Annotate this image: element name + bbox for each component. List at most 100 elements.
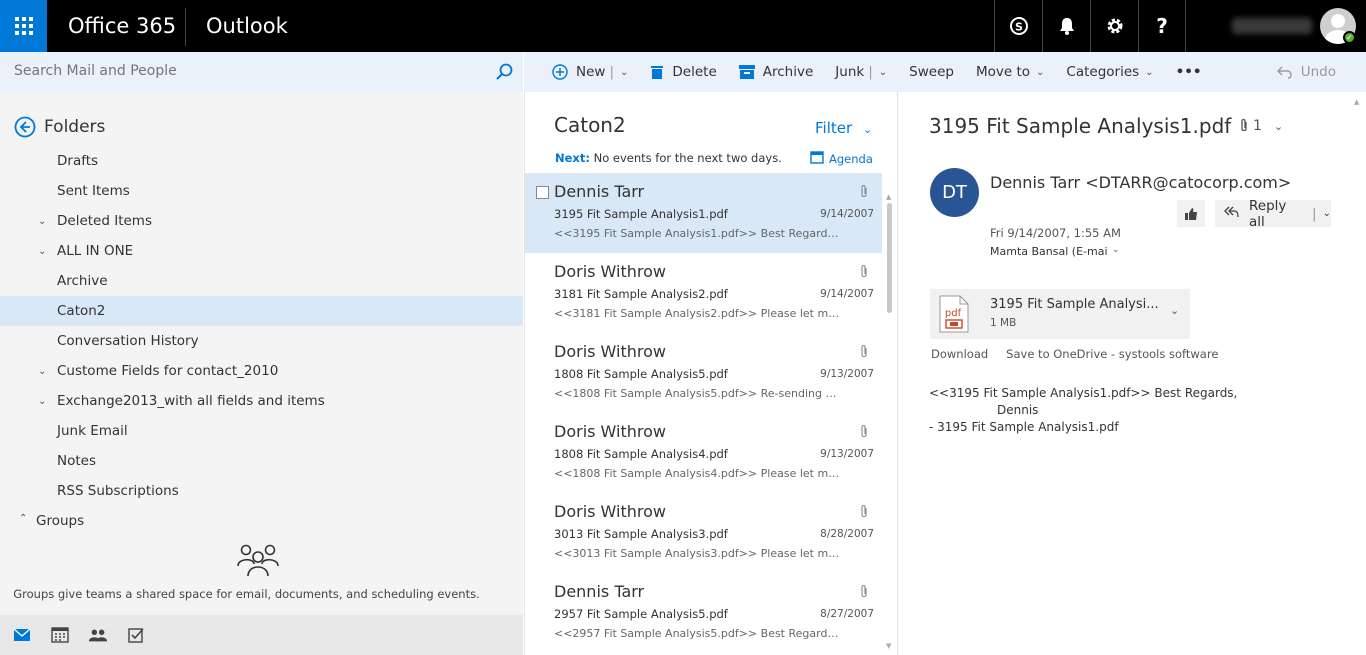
presence-available-icon: ✓	[1343, 31, 1356, 44]
notifications-button[interactable]	[1042, 0, 1090, 52]
chevron-down-icon: ⌄	[1273, 119, 1284, 133]
folder-drafts[interactable]: Drafts	[0, 146, 523, 176]
reply-all-icon	[1224, 206, 1239, 217]
message-sender: Dennis Tarr	[554, 582, 645, 601]
attachment-actions: Download Save to OneDrive - systools sof…	[931, 347, 1218, 361]
message-list-scrollbar[interactable]: ▲ ▼	[885, 193, 893, 655]
chevron-down-icon[interactable]: ⌄	[38, 366, 46, 377]
undo-button[interactable]: Undo	[1276, 64, 1336, 80]
search-input[interactable]	[14, 63, 474, 79]
agenda-button[interactable]: Agenda	[810, 150, 873, 167]
scroll-thumb[interactable]	[887, 203, 892, 313]
scroll-down-arrow-icon[interactable]: ▼	[886, 642, 891, 650]
top-toolbar: S ?	[994, 0, 1186, 52]
settings-button[interactable]	[1090, 0, 1138, 52]
message-list: Dennis Tarr 3195 Fit Sample Analysis1.pd…	[525, 173, 882, 653]
ellipsis-icon: •••	[1175, 64, 1202, 80]
sweep-button[interactable]: Sweep	[909, 64, 954, 80]
brand-separator	[185, 8, 186, 46]
message-subject: 3181 Fit Sample Analysis2.pdf	[554, 287, 728, 301]
chevron-down-icon[interactable]: ⌄	[1323, 208, 1331, 219]
message-item[interactable]: Dennis Tarr 2957 Fit Sample Analysis5.pd…	[525, 573, 882, 653]
folder-sent-items[interactable]: Sent Items	[0, 176, 523, 206]
message-subject: 2957 Fit Sample Analysis5.pdf	[554, 607, 728, 621]
message-item[interactable]: Doris Withrow 1808 Fit Sample Analysis4.…	[525, 413, 882, 493]
folder-exchange2013[interactable]: ⌄ Exchange2013_with all fields and items	[0, 386, 523, 416]
next-events: Next: No events for the next two days.	[555, 151, 782, 165]
reply-all-button[interactable]: Reply all | ⌄	[1215, 198, 1331, 230]
search-icon[interactable]	[494, 62, 514, 82]
more-actions-button[interactable]: •••	[1176, 64, 1202, 80]
message-date: 9/14/2007	[820, 288, 874, 300]
sender-name[interactable]: Dennis Tarr <DTARR@catocorp.com>	[990, 173, 1291, 192]
paperclip-icon	[861, 264, 867, 278]
chevron-down-icon: ⌄	[1036, 66, 1045, 78]
message-item[interactable]: Doris Withrow 3181 Fit Sample Analysis2.…	[525, 253, 882, 333]
message-item[interactable]: Dennis Tarr 3195 Fit Sample Analysis1.pd…	[525, 173, 882, 253]
mail-nav-button[interactable]	[12, 625, 32, 645]
tasks-icon	[128, 628, 144, 643]
folder-deleted-items[interactable]: ⌄ Deleted Items	[0, 206, 523, 236]
chevron-down-icon[interactable]: ⌄	[38, 216, 46, 227]
groups-label: Groups	[36, 513, 85, 529]
message-item[interactable]: Doris Withrow 1808 Fit Sample Analysis5.…	[525, 333, 882, 413]
attachment-card[interactable]: pdf 3195 Fit Sample Analysi... 1 MB ⌄	[930, 289, 1190, 339]
scroll-up-arrow-icon[interactable]: ▲	[886, 193, 891, 201]
folder-all-in-one[interactable]: ⌄ ALL IN ONE	[0, 236, 523, 266]
app-title[interactable]: Outlook	[206, 14, 288, 38]
skype-button[interactable]: S	[994, 0, 1042, 52]
filter-button[interactable]: Filter ⌄	[815, 119, 872, 137]
help-button[interactable]: ?	[1138, 0, 1186, 52]
folder-custome-fields[interactable]: ⌄ Custome Fields for contact_2010	[0, 356, 523, 386]
scroll-up-arrow-icon[interactable]: ▲	[1354, 98, 1359, 106]
paperclip-icon	[861, 584, 867, 598]
folder-junk-email[interactable]: Junk Email	[0, 416, 523, 446]
chevron-down-icon[interactable]: ⌄	[38, 246, 46, 257]
chevron-down-icon: ⌄	[1145, 66, 1154, 78]
select-checkbox[interactable]	[536, 186, 549, 199]
groups-header[interactable]: ⌃ Groups	[0, 506, 523, 536]
paperclip-icon	[861, 344, 867, 358]
waffle-icon	[14, 17, 33, 35]
expand-recipients-icon[interactable]: ⌄	[1112, 245, 1120, 258]
folder-conversation-history[interactable]: Conversation History	[0, 326, 523, 356]
message-preview: <<1808 Fit Sample Analysis4.pdf>> Please…	[554, 467, 844, 480]
user-name[interactable]	[1232, 18, 1312, 34]
calendar-nav-button[interactable]	[50, 625, 70, 645]
move-to-button[interactable]: Move to ⌄	[976, 64, 1044, 80]
top-bar: Office 365 Outlook S ? ✓	[0, 0, 1366, 52]
junk-button[interactable]: Junk | ⌄	[835, 64, 887, 80]
chevron-up-icon[interactable]: ⌃	[19, 513, 27, 524]
folder-rss-subscriptions[interactable]: RSS Subscriptions	[0, 476, 523, 506]
message-item[interactable]: Doris Withrow 3013 Fit Sample Analysis3.…	[525, 493, 882, 573]
archive-icon	[738, 65, 755, 79]
save-to-onedrive-link[interactable]: Save to OneDrive - systools software	[1006, 347, 1218, 361]
download-link[interactable]: Download	[931, 347, 988, 361]
folder-caton2[interactable]: Caton2	[0, 296, 523, 326]
attachment-count-button[interactable]: 1 ⌄	[1239, 118, 1283, 134]
chevron-down-icon[interactable]: ⌄	[38, 396, 46, 407]
categories-button[interactable]: Categories ⌄	[1066, 64, 1153, 80]
chevron-down-icon[interactable]: ⌄	[879, 67, 887, 78]
people-nav-button[interactable]	[88, 625, 108, 645]
brand-title[interactable]: Office 365	[68, 14, 176, 38]
new-button[interactable]: New | ⌄	[552, 64, 628, 80]
tasks-nav-button[interactable]	[126, 625, 146, 645]
message-subject-heading: 3195 Fit Sample Analysis1.pdf	[929, 114, 1232, 138]
like-button[interactable]	[1177, 200, 1205, 227]
message-preview: <<2957 Fit Sample Analysis5.pdf>> Best R…	[554, 627, 844, 640]
folder-archive[interactable]: Archive	[0, 266, 523, 296]
folders-header[interactable]: Folders	[14, 116, 105, 138]
archive-button[interactable]: Archive	[738, 64, 813, 80]
folder-notes[interactable]: Notes	[0, 446, 523, 476]
chevron-down-icon[interactable]: ⌄	[1170, 304, 1179, 317]
back-arrow-icon[interactable]	[14, 116, 36, 138]
recipients[interactable]: Mamta Bansal (E-mail) <m ⌄	[990, 245, 1130, 258]
message-preview: <<3013 Fit Sample Analysis3.pdf>> Please…	[554, 547, 844, 560]
message-sender: Doris Withrow	[554, 262, 666, 281]
delete-button[interactable]: Delete	[650, 64, 717, 80]
app-launcher-button[interactable]	[0, 0, 47, 52]
sender-avatar[interactable]: DT	[930, 168, 979, 217]
undo-icon	[1276, 66, 1292, 79]
chevron-down-icon[interactable]: ⌄	[620, 67, 628, 78]
